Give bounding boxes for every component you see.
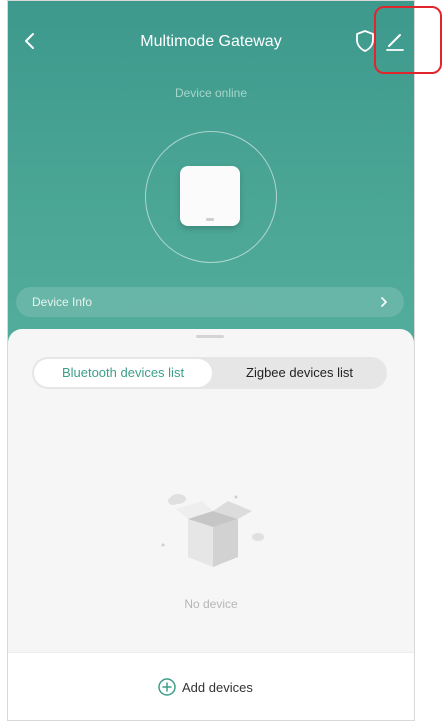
shield-icon <box>356 30 374 52</box>
add-devices-label: Add devices <box>182 679 253 695</box>
drag-handle[interactable] <box>196 335 224 338</box>
empty-state-text: No device <box>184 597 238 611</box>
device-status: Device online <box>174 86 248 100</box>
device-info-label: Device Info <box>32 295 93 309</box>
devices-sheet: Bluetooth devices list Zigbee devices li… <box>8 329 414 720</box>
device-port <box>206 218 214 221</box>
chevron-right-icon <box>381 297 387 307</box>
phone-screen: Multimode Gateway Device online Device I… <box>7 0 415 721</box>
tab-bluetooth-devices[interactable]: Bluetooth devices list <box>34 359 212 387</box>
top-bar: Multimode Gateway <box>8 23 414 59</box>
add-devices-button[interactable]: Add devices <box>158 677 253 697</box>
security-button[interactable] <box>354 29 376 53</box>
edit-highlight-box <box>374 6 442 74</box>
plus-circle-icon <box>158 678 176 696</box>
tab-zigbee-devices[interactable]: Zigbee devices list <box>214 359 385 387</box>
empty-box-illustration <box>161 494 264 567</box>
device-header: Multimode Gateway Device online Device I… <box>8 1 414 346</box>
footer-bar: Add devices <box>8 652 414 720</box>
gateway-device-image <box>180 166 240 226</box>
device-info-row[interactable]: Device Info <box>16 287 404 317</box>
device-list-tabs: Bluetooth devices list Zigbee devices li… <box>32 357 387 389</box>
